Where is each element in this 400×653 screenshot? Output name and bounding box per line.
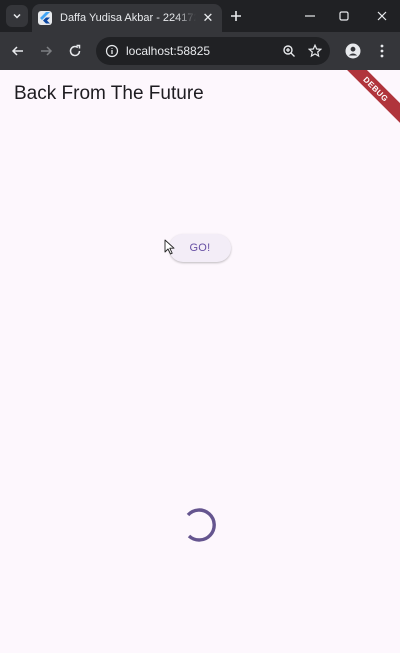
- page-title: Back From The Future: [14, 83, 204, 104]
- back-button[interactable]: [7, 40, 29, 62]
- minimize-icon: [305, 15, 315, 17]
- forward-arrow-icon: [41, 46, 53, 56]
- tab-search-icon: [13, 13, 21, 19]
- more-vert-icon: [380, 44, 384, 58]
- tab-search-button[interactable]: [6, 5, 28, 27]
- maximize-button[interactable]: [334, 6, 354, 26]
- address-text: localhost:58825: [126, 44, 211, 58]
- browser-tab[interactable]: Daffa Yudisa Akbar - 2241720005 ✕: [32, 4, 222, 32]
- forward-button[interactable]: [35, 40, 57, 62]
- info-icon[interactable]: [104, 43, 120, 59]
- zoom-icon[interactable]: [278, 40, 300, 62]
- maximize-icon: [339, 11, 349, 21]
- go-button[interactable]: GO!: [169, 234, 231, 262]
- mouse-pointer-icon: [164, 239, 175, 255]
- debug-banner: DEBUG: [335, 70, 400, 130]
- star-icon[interactable]: [304, 40, 326, 62]
- reload-icon: [69, 44, 81, 57]
- tab-strip: Daffa Yudisa Akbar - 2241720005 ✕: [0, 0, 400, 32]
- window-close-button[interactable]: [372, 6, 392, 26]
- flutter-logo-icon: [38, 11, 52, 25]
- reload-button[interactable]: [64, 40, 86, 62]
- plus-icon: [231, 11, 241, 21]
- browser-window: Daffa Yudisa Akbar - 2241720005 ✕: [0, 0, 400, 653]
- app-content: Back From The Future DEBUG GO!: [0, 70, 400, 653]
- profile-icon: [345, 43, 361, 59]
- minimize-button[interactable]: [300, 6, 320, 26]
- loading-spinner: [186, 508, 216, 542]
- more-menu-button[interactable]: [371, 40, 393, 62]
- browser-toolbar: localhost:58825: [0, 32, 400, 70]
- new-tab-button[interactable]: [226, 6, 246, 26]
- window-close-icon: [377, 11, 387, 21]
- tab-title: Daffa Yudisa Akbar - 2241720005: [60, 12, 196, 24]
- address-bar[interactable]: localhost:58825: [96, 37, 330, 65]
- close-icon[interactable]: ✕: [200, 10, 216, 26]
- profile-button[interactable]: [342, 40, 364, 62]
- back-arrow-icon: [11, 46, 23, 56]
